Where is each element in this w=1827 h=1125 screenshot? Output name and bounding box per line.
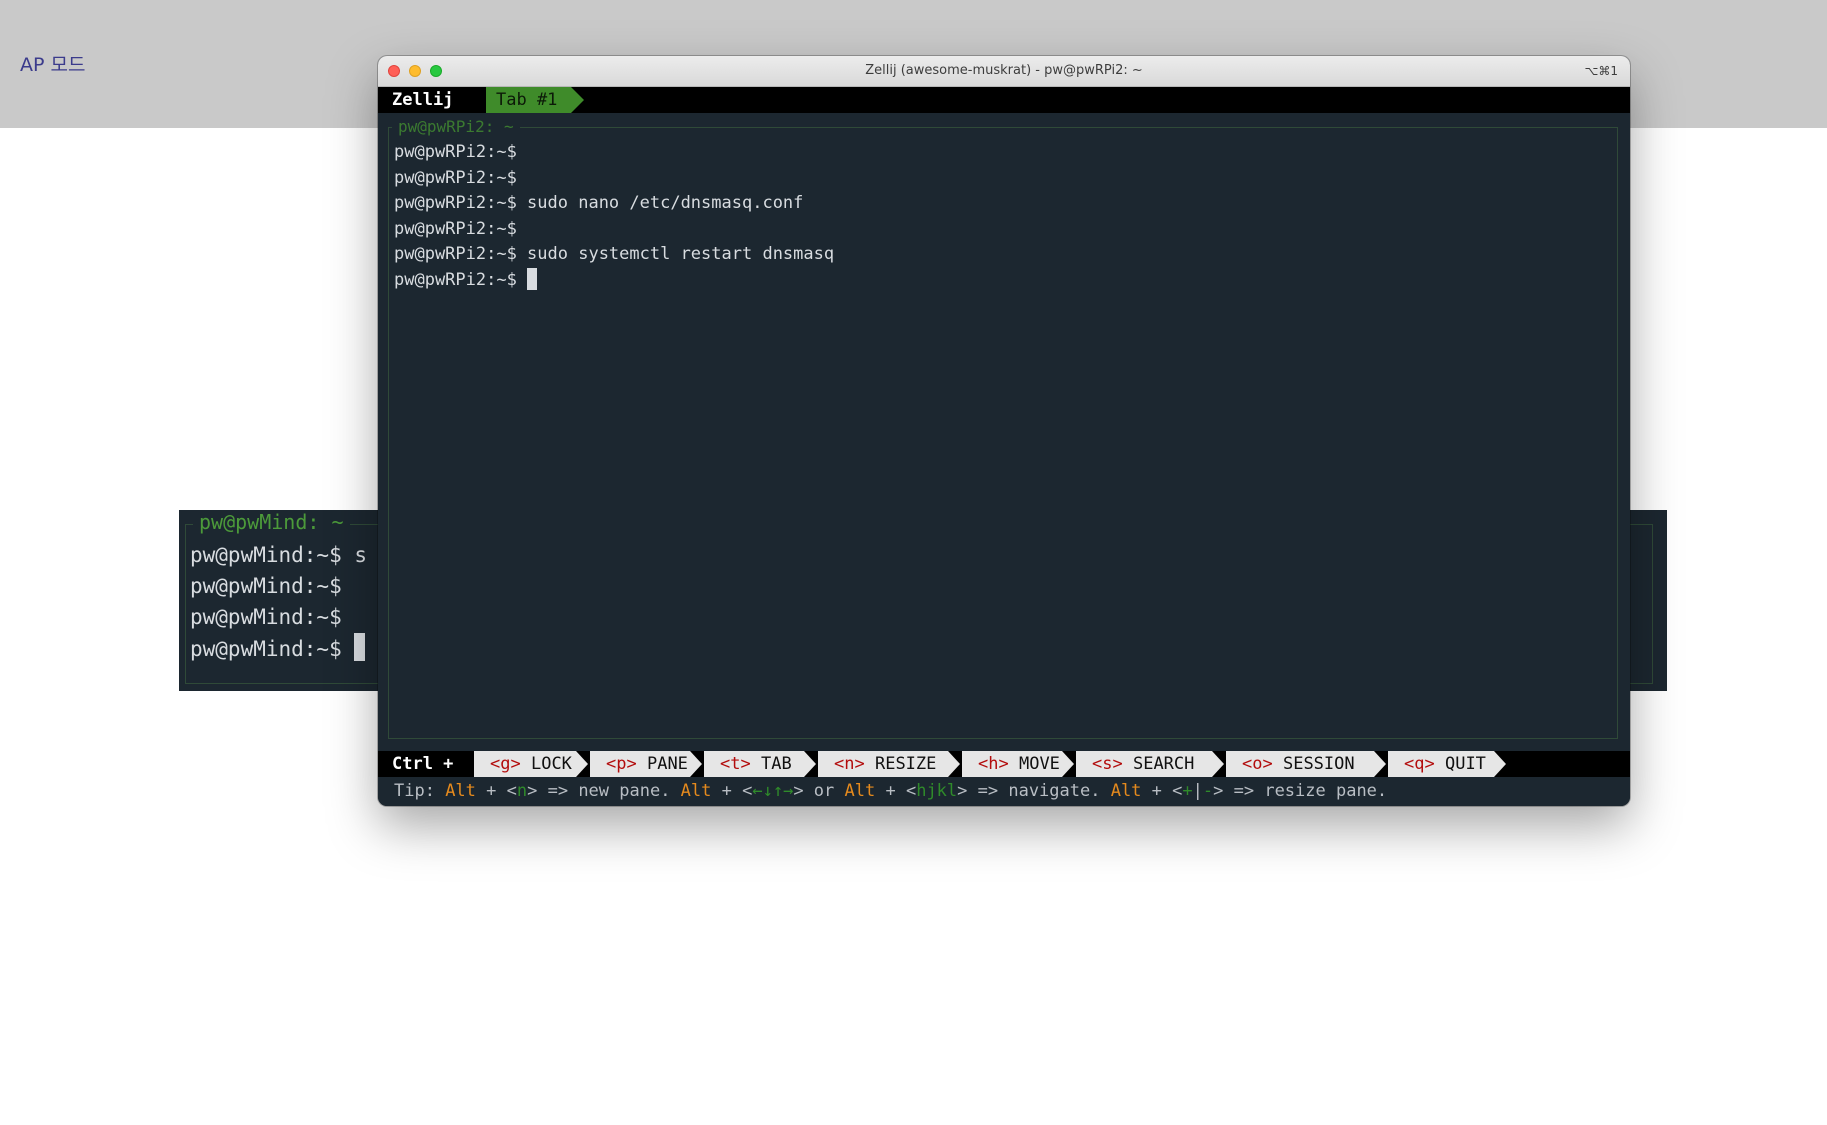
tip-plus: + <box>711 781 743 801</box>
terminal-line: pw@pwMind:~$ s <box>190 543 368 567</box>
key-label: QUIT <box>1444 754 1486 774</box>
window-titlebar[interactable]: Zellij (awesome-muskrat) - pw@pwRPi2: ~ … <box>378 56 1630 87</box>
session-mode-button[interactable]: <o> SESSION <box>1226 751 1386 777</box>
page-label: AP 모드 <box>20 54 86 76</box>
tip-bracket: < <box>1172 781 1183 801</box>
tip-bracket: > <box>1213 781 1224 801</box>
tip-prefix: Tip: <box>394 781 446 801</box>
key-label: PANE <box>646 754 688 774</box>
tab-mode-button[interactable]: <t> TAB <box>704 751 816 777</box>
terminal-line: pw@pwRPi2:~$ <box>394 267 834 294</box>
terminal-line: pw@pwMind:~$ <box>190 574 342 598</box>
cursor-block <box>354 633 366 661</box>
tip-bracket: < <box>742 781 753 801</box>
tip-bracket: > <box>527 781 538 801</box>
quit-button[interactable]: <q> QUIT <box>1388 751 1506 777</box>
move-mode-button[interactable]: <h> MOVE <box>962 751 1074 777</box>
cursor-block <box>526 267 537 290</box>
search-mode-button[interactable]: <s> SEARCH <box>1076 751 1224 777</box>
terminal-line: pw@pwRPi2:~$ <box>394 142 517 162</box>
tip-alt-key: Alt <box>844 781 876 801</box>
key-hint: <o> <box>1242 754 1273 774</box>
tip-resize-minus: - <box>1202 781 1214 801</box>
zellij-status-bar: Ctrl + <g> LOCK <p> PANE <t> TAB <n> RES… <box>378 751 1630 777</box>
key-hint: <g> <box>490 754 521 774</box>
tip-bracket: < <box>905 781 917 801</box>
tip-alt-key: Alt <box>1110 781 1142 801</box>
tip-line: Tip: Alt + <n> => new pane. Alt + <←↓↑→>… <box>378 777 1630 806</box>
terminal-output[interactable]: pw@pwRPi2:~$ pw@pwRPi2:~$ pw@pwRPi2:~$ s… <box>394 140 834 294</box>
tip-resize-sep: | <box>1192 781 1203 801</box>
background-terminal-output: pw@pwMind:~$ s pw@pwMind:~$ pw@pwMind:~$… <box>190 540 367 664</box>
tip-alt-key: Alt <box>680 781 712 801</box>
key-label: SESSION <box>1282 754 1355 774</box>
terminal-prompt: pw@pwRPi2:~$ <box>394 269 517 290</box>
terminal-line: pw@pwMind:~$ <box>190 633 367 664</box>
terminal-line: pw@pwRPi2:~$ sudo nano /etc/dnsmasq.conf <box>394 193 804 214</box>
tip-new-key: n <box>516 781 528 801</box>
tip-hjkl-keys: hjkl <box>916 781 958 801</box>
key-hint: <q> <box>1404 754 1435 774</box>
key-label: SEARCH <box>1132 754 1195 774</box>
zellij-logo: Zellij <box>392 90 454 110</box>
background-pane-title: pw@pwMind: ~ <box>193 510 350 534</box>
window-title: Zellij (awesome-muskrat) - pw@pwRPi2: ~ <box>865 63 1143 78</box>
key-label: TAB <box>760 754 792 774</box>
key-label: RESIZE <box>874 754 937 774</box>
tip-plus: + <box>475 781 507 801</box>
key-hint: <h> <box>978 754 1009 774</box>
tip-new-text: => new pane. <box>537 781 681 801</box>
key-hint: <n> <box>834 754 865 774</box>
pane-mode-button[interactable]: <p> PANE <box>590 751 702 777</box>
key-label: LOCK <box>530 754 572 774</box>
terminal-line: pw@pwRPi2:~$ <box>394 218 517 239</box>
resize-mode-button[interactable]: <n> RESIZE <box>818 751 960 777</box>
terminal-line: pw@pwRPi2:~$ <box>394 167 517 188</box>
tip-plus: + <box>1141 781 1173 801</box>
key-hint: <t> <box>720 754 751 774</box>
lock-mode-button[interactable]: <g> LOCK <box>474 751 588 777</box>
tip-alt-key: Alt <box>445 781 476 801</box>
pane-title: pw@pwRPi2: ~ <box>392 116 520 138</box>
tab-1[interactable]: Tab #1 <box>486 87 585 113</box>
zellij-window[interactable]: Zellij (awesome-muskrat) - pw@pwRPi2: ~ … <box>378 56 1630 806</box>
terminal-prompt: pw@pwMind:~$ <box>190 637 342 661</box>
key-hint: <p> <box>606 754 637 774</box>
tip-navigate-text: => navigate. <box>967 781 1111 801</box>
tip-resize-text: => resize pane. <box>1223 781 1388 801</box>
tip-plus: + <box>875 781 906 801</box>
zellij-tab-bar: Zellij Tab #1 <box>378 87 1630 113</box>
window-shortcut: ⌥⌘1 <box>1584 64 1618 78</box>
tip-resize-plus: + <box>1182 781 1193 801</box>
key-hint: <s> <box>1092 754 1123 774</box>
ctrl-modifier-label: Ctrl + <box>392 754 454 774</box>
tip-bracket: < <box>506 781 517 801</box>
tip-bracket: > <box>793 781 804 801</box>
tip-arrow-keys: ←↓↑→ <box>752 781 794 801</box>
key-label: MOVE <box>1018 754 1060 774</box>
terminal-line: pw@pwMind:~$ <box>190 605 342 629</box>
terminal-line: pw@pwRPi2:~$ sudo systemctl restart dnsm… <box>394 244 835 265</box>
tip-bracket: > <box>957 781 968 801</box>
tip-or: or <box>803 781 845 801</box>
